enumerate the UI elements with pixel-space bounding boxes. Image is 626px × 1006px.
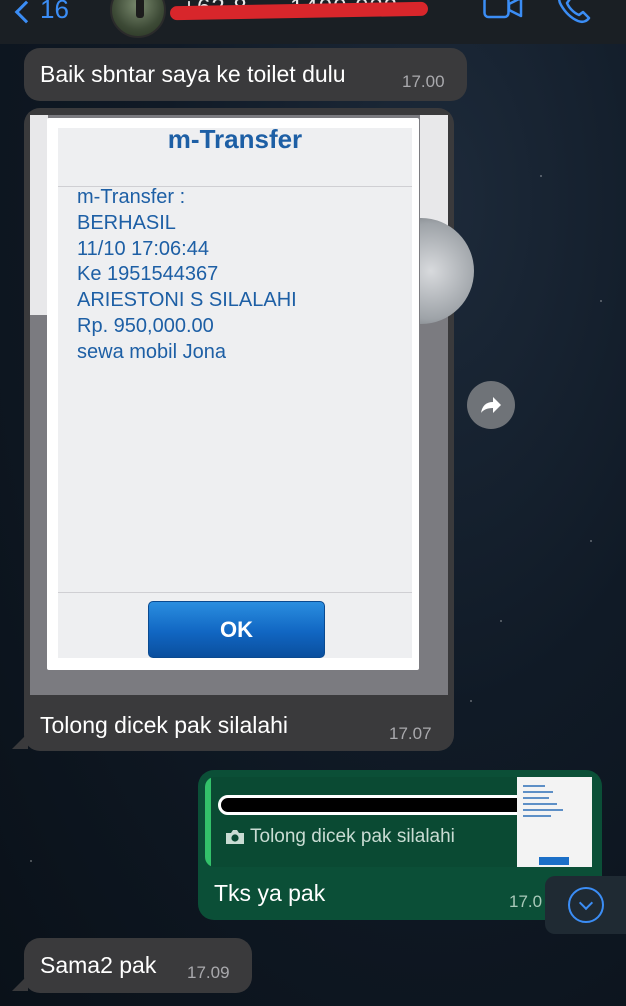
chevron-down-icon — [567, 887, 604, 923]
transfer-line: ARIESTONI S SILALAHI — [77, 289, 297, 311]
contact-avatar[interactable] — [110, 0, 166, 38]
transfer-line: 11/10 17:06:44 — [77, 238, 209, 260]
quote-accent-bar — [205, 777, 211, 867]
message-time: 17.00 — [402, 72, 445, 91]
transfer-title: m-Transfer — [167, 124, 303, 154]
image-background-strip — [30, 115, 48, 315]
ok-button: OK — [148, 601, 325, 658]
unread-count: 16 — [40, 0, 69, 24]
back-button[interactable]: 16 — [14, 0, 69, 25]
redaction-mark — [218, 795, 548, 815]
message-text: Tolong dicek pak silalahi — [40, 712, 289, 738]
chevron-left-icon — [14, 0, 38, 23]
camera-icon — [226, 830, 244, 844]
transfer-line: m-Transfer : — [77, 186, 186, 208]
quoted-text: Tolong dicek pak silalahi — [250, 826, 455, 847]
message-time: 17.07 — [389, 724, 432, 743]
quoted-image-thumbnail — [517, 777, 592, 867]
message-text: Tks ya pak — [214, 880, 326, 906]
transfer-line: BERHASIL — [77, 212, 176, 234]
message-time: 17.09 — [187, 963, 230, 982]
transfer-line: Rp. 950,000.00 — [77, 315, 214, 337]
bubble-tail — [12, 975, 28, 991]
bubble-tail — [12, 733, 28, 749]
video-call-icon[interactable] — [483, 0, 523, 20]
forward-button[interactable] — [467, 381, 515, 429]
divider — [58, 592, 412, 593]
message-text: Sama2 pak — [40, 952, 157, 978]
message-text: Baik sbntar saya ke toilet dulu — [40, 61, 346, 87]
moon-wallpaper — [420, 218, 474, 324]
message-time: 17.0 — [509, 892, 543, 911]
transfer-line: sewa mobil Jona — [77, 341, 226, 363]
forward-arrow-icon — [481, 397, 501, 413]
phone-call-icon[interactable] — [556, 0, 592, 24]
scroll-to-bottom-button[interactable] — [545, 876, 626, 934]
chat-header: 16 +62 8 ··· 1400 033 — [0, 0, 626, 44]
transfer-line: Ke 1951544367 — [77, 263, 219, 285]
